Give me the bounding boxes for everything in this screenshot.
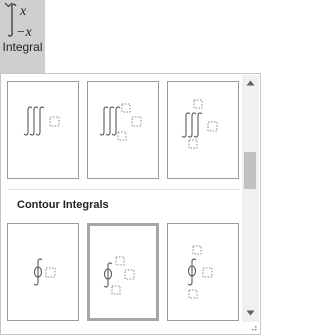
triple-integral-with-limits-tile[interactable]: [87, 81, 159, 179]
placeholder-box-icon: [111, 256, 135, 295]
triangle-down-icon: [246, 310, 255, 316]
scroll-thumb[interactable]: [244, 152, 256, 189]
placeholder-box-icon: [188, 99, 218, 149]
scroll-up-button[interactable]: [242, 75, 259, 92]
triple-integral-sign-icon: [23, 106, 45, 136]
triple-integral-stacked-limits-tile[interactable]: [167, 81, 239, 179]
vertical-scrollbar[interactable]: [242, 75, 259, 322]
integral-label: Integral: [2, 40, 43, 54]
contour-integral-sign-icon: [33, 258, 43, 286]
integral-lower-limit: −x: [16, 25, 32, 40]
integral-button[interactable]: x −x Integral: [0, 0, 45, 73]
placeholder-box-icon: [49, 116, 60, 127]
integral-upper-limit: x: [19, 4, 27, 19]
section-divider: [8, 189, 240, 190]
contour-integral-sign-icon: [103, 262, 113, 288]
placeholder-box-icon: [45, 267, 56, 278]
contour-integral-sign-icon: [187, 258, 197, 286]
chevron-down-icon: [4, 2, 13, 8]
contour-integral-stacked-limits-tile[interactable]: [167, 223, 239, 321]
section-header-contour-integrals: Contour Integrals: [17, 199, 109, 211]
contour-integral-with-limits-tile[interactable]: [87, 223, 159, 321]
triple-integral-sign-icon: [181, 112, 203, 138]
resize-grip-icon[interactable]: [248, 323, 258, 333]
scroll-down-button[interactable]: [242, 305, 259, 322]
gallery-viewport: Contour Integrals: [2, 75, 242, 325]
triple-integral-tile[interactable]: [7, 81, 79, 179]
triple-integral-sign-icon: [99, 106, 121, 136]
placeholder-box-icon: [117, 103, 142, 141]
triangle-up-icon: [246, 80, 255, 86]
integral-gallery-panel: Contour Integrals: [0, 73, 261, 335]
contour-integral-tile[interactable]: [7, 223, 79, 321]
